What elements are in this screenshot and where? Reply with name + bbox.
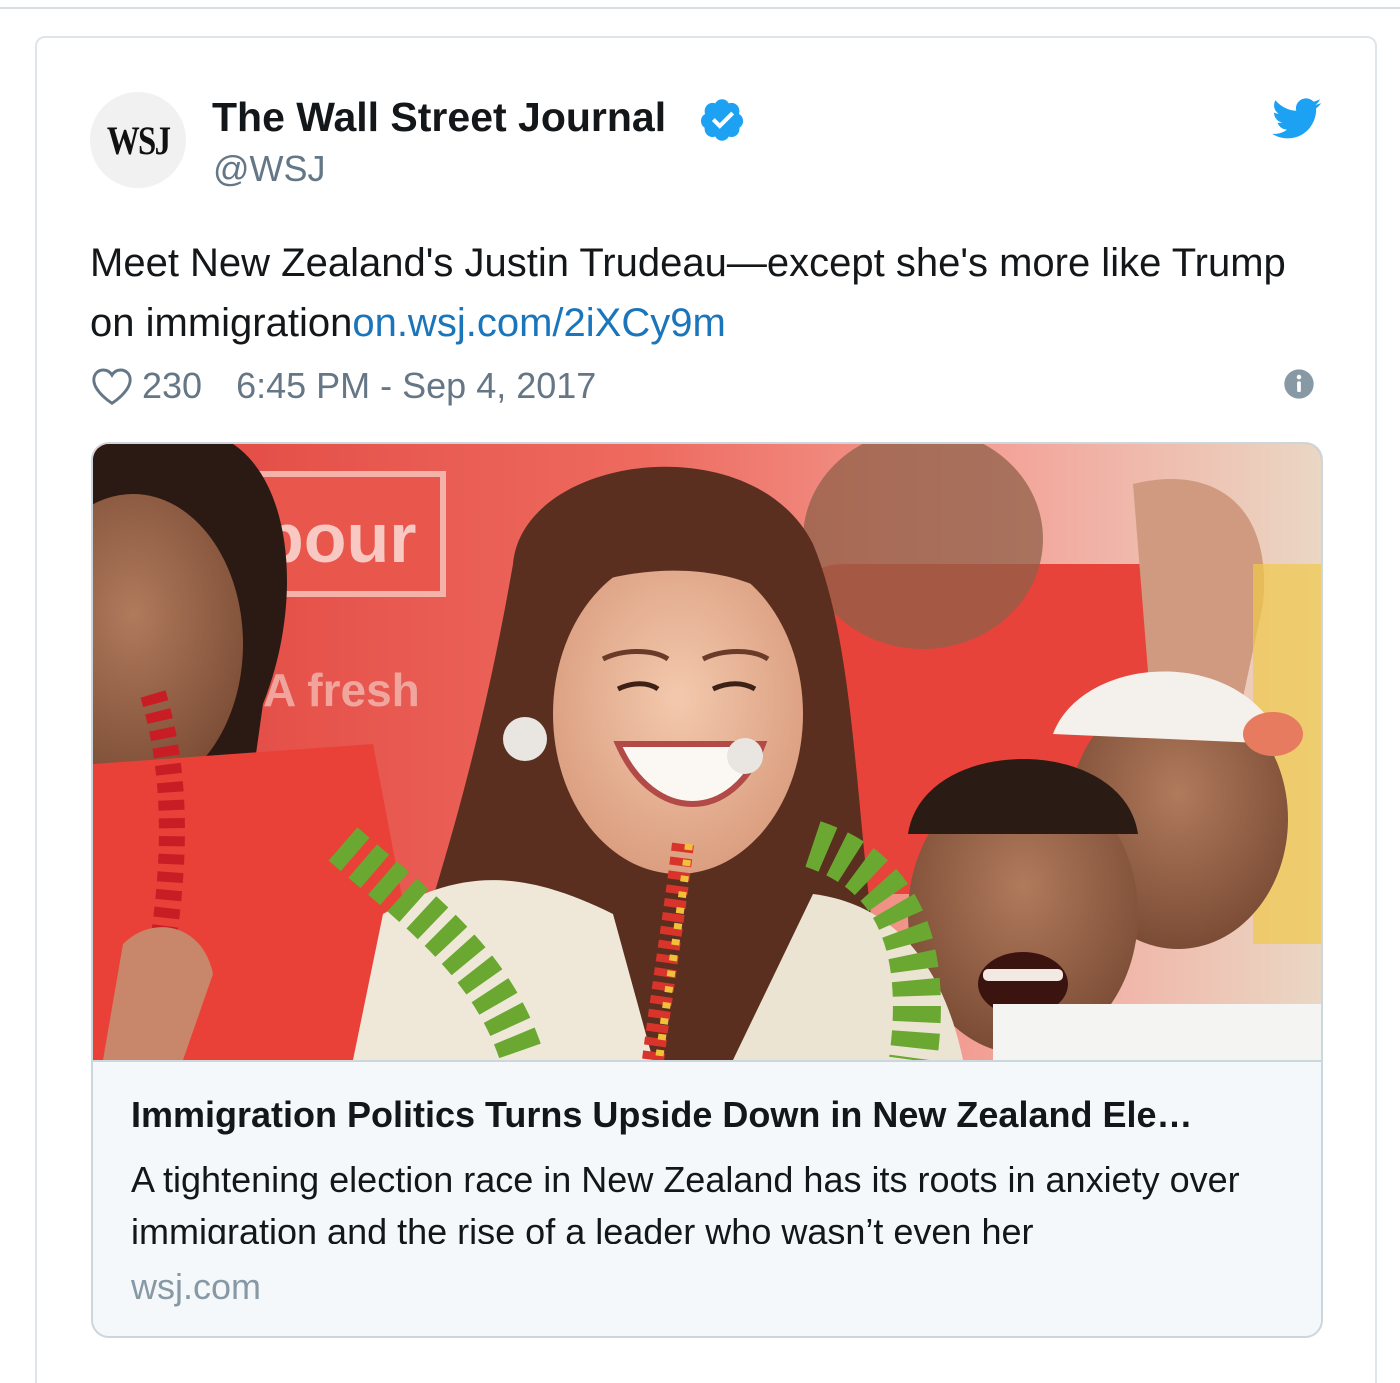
photo-sign-subtext: A fresh bbox=[263, 664, 420, 716]
tweet-timestamp[interactable]: 6:45 PM - Sep 4, 2017 bbox=[236, 365, 596, 407]
card-title[interactable]: Immigration Politics Turns Upside Down i… bbox=[131, 1094, 1281, 1136]
tweet-meta-row: 230 6:45 PM - Sep 4, 2017 bbox=[90, 362, 596, 410]
card-photo[interactable]: bour A fresh bbox=[93, 444, 1321, 1060]
avatar-logo-text: WSJ bbox=[106, 117, 171, 163]
top-divider bbox=[0, 7, 1400, 9]
tweet-text: Meet New Zealand's Justin Trudeau—except… bbox=[90, 233, 1320, 353]
verified-badge-icon bbox=[700, 99, 744, 141]
rally-photo-illustration: bour A fresh bbox=[93, 444, 1321, 1060]
tweet-short-link[interactable]: on.wsj.com/2iXCy9m bbox=[352, 301, 725, 345]
link-preview-card[interactable]: bour A fresh Immigration Politics Turns … bbox=[91, 442, 1323, 1338]
card-domain: wsj.com bbox=[131, 1266, 262, 1307]
author-handle[interactable]: @WSJ bbox=[213, 148, 326, 190]
avatar[interactable]: WSJ bbox=[90, 92, 186, 188]
heart-icon[interactable] bbox=[90, 366, 134, 406]
like-count[interactable]: 230 bbox=[142, 365, 202, 407]
page: WSJ The Wall Street Journal @WSJ Meet Ne… bbox=[0, 0, 1400, 1383]
twitter-bird-icon[interactable] bbox=[1272, 98, 1322, 140]
card-description: A tightening election race in New Zealan… bbox=[131, 1159, 1240, 1244]
info-icon[interactable] bbox=[1283, 368, 1315, 400]
card-divider bbox=[93, 1060, 1321, 1062]
author-name[interactable]: The Wall Street Journal bbox=[212, 94, 666, 141]
